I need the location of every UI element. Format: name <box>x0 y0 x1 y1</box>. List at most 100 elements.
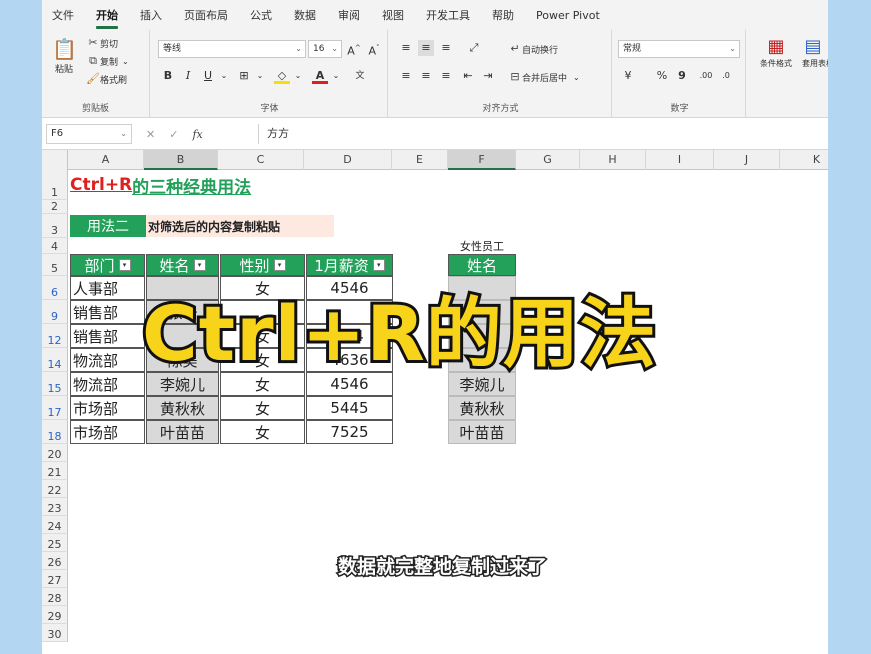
column-header[interactable]: H <box>580 150 646 170</box>
font-color-icon[interactable]: A <box>312 68 328 84</box>
header-department[interactable]: 部门 ▾ <box>70 254 145 276</box>
row-header[interactable]: 3 <box>42 214 68 238</box>
decrease-indent-icon[interactable]: ⇤ <box>460 68 476 84</box>
row-header[interactable]: 15 <box>42 372 68 396</box>
chevron-down-icon[interactable]: ⌄ <box>216 68 232 84</box>
row-header[interactable]: 4 <box>42 238 68 254</box>
menu-page-layout[interactable]: 页面布局 <box>184 7 228 23</box>
number-format-select[interactable]: 常规 ⌄ <box>618 40 740 58</box>
format-as-table-button[interactable]: ▤ 套用表格格式 <box>802 36 828 69</box>
menu-view[interactable]: 视图 <box>382 7 404 23</box>
cancel-icon[interactable]: ✕ <box>146 128 155 141</box>
comma-button[interactable]: 9 <box>674 68 690 84</box>
row-header[interactable]: 26 <box>42 552 68 570</box>
row-header[interactable]: 21 <box>42 462 68 480</box>
method-label[interactable]: 用法二 <box>70 215 146 237</box>
column-header[interactable]: F <box>448 150 516 170</box>
row-header[interactable]: 22 <box>42 480 68 498</box>
filter-dropdown-icon[interactable]: ▾ <box>193 259 206 271</box>
column-header[interactable]: E <box>392 150 448 170</box>
column-header[interactable]: J <box>714 150 780 170</box>
chevron-down-icon[interactable]: ⌄ <box>290 68 306 84</box>
menu-insert[interactable]: 插入 <box>140 7 162 23</box>
wrap-text-button[interactable]: ↵ 自动换行 <box>508 42 558 56</box>
row-header[interactable]: 24 <box>42 516 68 534</box>
column-header[interactable]: G <box>516 150 580 170</box>
table-cell[interactable]: 销售部 <box>70 324 145 348</box>
fx-icon[interactable]: fx <box>192 128 202 141</box>
format-painter-button[interactable]: 🖌 格式刷 <box>86 72 127 86</box>
row-header[interactable]: 30 <box>42 624 68 642</box>
cut-button[interactable]: ✂ 剪切 <box>86 36 118 50</box>
align-center-icon[interactable]: ≡ <box>418 68 434 84</box>
row-header[interactable]: 5 <box>42 254 68 276</box>
table-cell[interactable]: 7525 <box>306 420 393 444</box>
phonetic-icon[interactable]: 文 <box>352 68 368 84</box>
align-top-icon[interactable]: ≡ <box>398 40 414 56</box>
menu-home[interactable]: 开始 <box>96 7 118 29</box>
conditional-format-button[interactable]: ▦ 条件格式 <box>754 36 798 69</box>
percent-button[interactable]: % <box>654 68 670 84</box>
table-cell[interactable]: 市场部 <box>70 420 145 444</box>
right-value-cell[interactable]: 叶苗苗 <box>448 420 516 444</box>
table-cell[interactable]: 女 <box>220 420 305 444</box>
select-all-corner[interactable] <box>42 150 68 170</box>
increase-decimal-icon[interactable]: .00 <box>698 68 714 84</box>
column-header[interactable]: C <box>218 150 304 170</box>
filter-dropdown-icon[interactable]: ▾ <box>118 259 131 271</box>
align-middle-icon[interactable]: ≡ <box>418 40 434 56</box>
column-header[interactable]: B <box>144 150 218 170</box>
align-right-icon[interactable]: ≡ <box>438 68 454 84</box>
align-bottom-icon[interactable]: ≡ <box>438 40 454 56</box>
row-header[interactable]: 28 <box>42 588 68 606</box>
menu-power-pivot[interactable]: Power Pivot <box>536 9 600 22</box>
formula-input[interactable]: 方方 <box>258 124 828 144</box>
row-header[interactable]: 2 <box>42 200 68 214</box>
row-header[interactable]: 25 <box>42 534 68 552</box>
orientation-icon[interactable]: ⤢ <box>466 40 482 56</box>
table-cell[interactable]: 叶苗苗 <box>146 420 219 444</box>
table-cell[interactable]: 黄秋秋 <box>146 396 219 420</box>
sheet-title[interactable]: Ctrl+R 的三种经典用法 <box>70 172 330 198</box>
menu-formulas[interactable]: 公式 <box>250 7 272 23</box>
table-cell[interactable]: 5445 <box>306 396 393 420</box>
increase-indent-icon[interactable]: ⇥ <box>480 68 496 84</box>
font-name-select[interactable]: 等线 ⌄ <box>158 40 306 58</box>
menu-help[interactable]: 帮助 <box>492 7 514 23</box>
font-size-select[interactable]: 16 ⌄ <box>308 40 342 58</box>
row-header[interactable]: 1 <box>42 170 68 200</box>
row-header[interactable]: 27 <box>42 570 68 588</box>
method-description[interactable]: 对筛选后的内容复制粘贴 <box>146 215 334 237</box>
column-header[interactable]: D <box>304 150 392 170</box>
row-header[interactable]: 29 <box>42 606 68 624</box>
right-value-cell[interactable]: 黄秋秋 <box>448 396 516 420</box>
underline-button[interactable]: U <box>200 68 216 84</box>
row-header[interactable]: 17 <box>42 396 68 420</box>
table-cell[interactable]: 物流部 <box>70 372 145 396</box>
row-header[interactable]: 18 <box>42 420 68 444</box>
table-cell[interactable]: 女 <box>220 396 305 420</box>
row-header[interactable]: 23 <box>42 498 68 516</box>
column-header[interactable]: I <box>646 150 714 170</box>
menu-developer[interactable]: 开发工具 <box>426 7 470 23</box>
italic-button[interactable]: I <box>180 68 196 84</box>
row-header[interactable]: 20 <box>42 444 68 462</box>
border-icon[interactable]: ⊞ <box>236 68 252 84</box>
column-header[interactable]: A <box>68 150 144 170</box>
menu-file[interactable]: 文件 <box>52 7 74 23</box>
column-header[interactable]: K <box>780 150 828 170</box>
shrink-font-button[interactable]: A˅ <box>366 40 382 58</box>
align-left-icon[interactable]: ≡ <box>398 68 414 84</box>
copy-button[interactable]: ⧉ 复制 ⌄ <box>86 54 129 68</box>
filter-dropdown-icon[interactable]: ▾ <box>273 259 286 271</box>
confirm-icon[interactable]: ✓ <box>169 128 178 141</box>
table-cell[interactable]: 市场部 <box>70 396 145 420</box>
grow-font-button[interactable]: A^ <box>346 40 362 58</box>
merge-center-button[interactable]: ⊟ 合并后居中 ⌄ <box>508 70 579 84</box>
table-cell[interactable]: 销售部 <box>70 300 145 324</box>
filter-dropdown-icon[interactable]: ▾ <box>372 259 385 271</box>
table-cell[interactable]: 物流部 <box>70 348 145 372</box>
right-caption[interactable]: 女性员工 <box>448 238 516 254</box>
chevron-down-icon[interactable]: ⌄ <box>252 68 268 84</box>
decrease-decimal-icon[interactable]: .0 <box>718 68 734 84</box>
